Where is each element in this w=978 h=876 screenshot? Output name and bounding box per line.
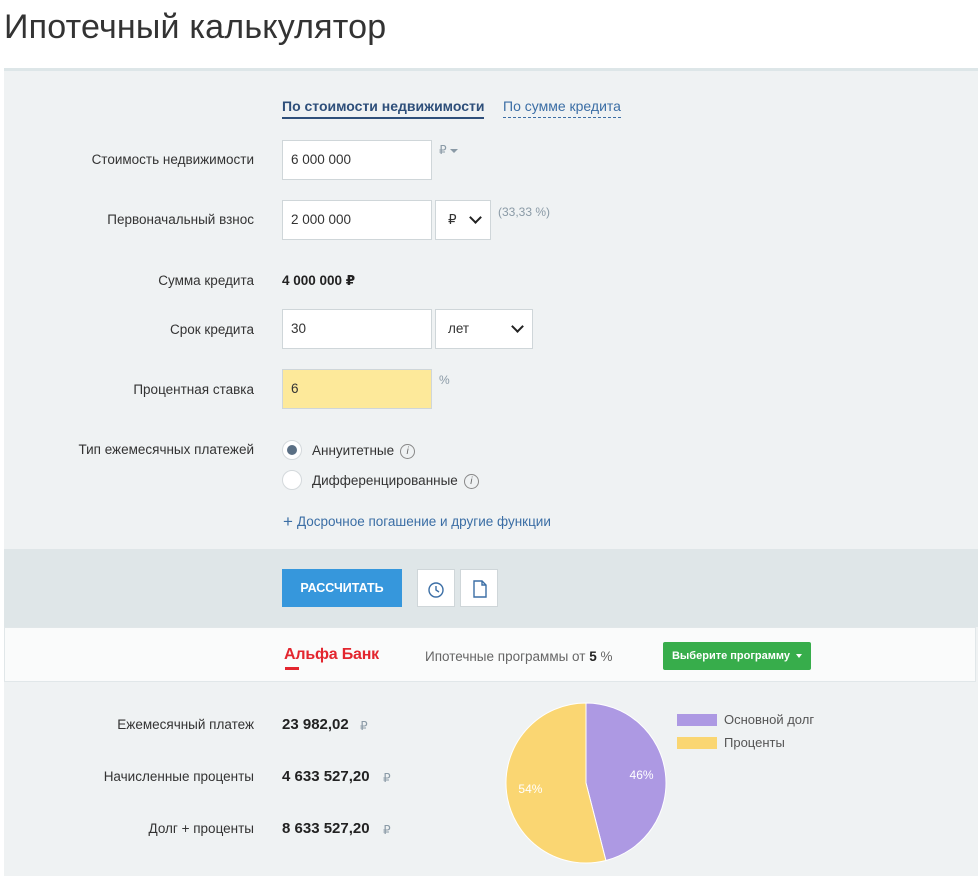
choose-program-label: Выберите программу	[671, 650, 791, 662]
bank-programs-text: Ипотечные программы от 5 %	[425, 649, 613, 664]
bank-programs-prefix: Ипотечные программы от	[425, 649, 586, 664]
radio-annuity[interactable]	[282, 440, 302, 460]
rate-label: Процентная ставка	[133, 382, 254, 397]
term-label: Срок кредита	[169, 322, 254, 337]
history-button[interactable]	[417, 569, 455, 607]
monthly-payment-currency: ₽	[360, 719, 368, 733]
term-unit-value: лет	[448, 321, 470, 336]
radio-differentiated[interactable]	[282, 470, 302, 490]
term-unit-select[interactable]: лет	[435, 309, 533, 349]
bank-programs-rate-suffix: %	[600, 649, 613, 664]
down-payment-input[interactable]: 2 000 000	[282, 200, 432, 240]
payment-type-label: Тип ежемесячных платежей	[78, 442, 254, 457]
document-icon	[473, 580, 487, 598]
total-label: Долг + проценты	[148, 821, 254, 836]
pie-label-interest: 54%	[518, 782, 542, 796]
tab-by-property-cost[interactable]: По стоимости недвижимости	[282, 98, 485, 119]
down-payment-label: Первоначальный взнос	[107, 212, 254, 227]
chevron-down-icon	[469, 211, 482, 224]
logo-underline	[285, 667, 299, 670]
calculate-button[interactable]: РАССЧИТАТЬ	[282, 569, 402, 607]
page-title: Ипотечный калькулятор	[4, 8, 387, 46]
info-icon[interactable]: i	[463, 473, 479, 489]
plus-icon: +	[283, 512, 293, 531]
rate-unit: %	[439, 373, 450, 387]
radio-differentiated-option[interactable]: Дифференцированные i	[312, 473, 479, 489]
property-cost-label: Стоимость недвижимости	[91, 152, 254, 167]
property-cost-currency-dropdown[interactable]: ₽	[439, 143, 458, 157]
interest-value: 4 633 527,20	[282, 768, 370, 785]
document-button[interactable]	[460, 569, 498, 607]
property-cost-input[interactable]: 6 000 000	[282, 140, 432, 180]
pie-label-principal: 46%	[630, 768, 654, 782]
radio-annuity-label: Аннуитетные	[312, 443, 395, 458]
credit-sum-label: Сумма кредита	[158, 273, 254, 288]
down-payment-currency-value: ₽	[448, 212, 457, 227]
currency-label: ₽	[439, 143, 447, 157]
choose-program-button[interactable]: Выберите программу	[663, 642, 811, 670]
bank-programs-rate: 5	[589, 649, 597, 664]
interest-label: Начисленные проценты	[103, 769, 254, 784]
early-repayment-label: Досрочное погашение и другие функции	[296, 514, 551, 529]
total-currency: ₽	[383, 823, 391, 837]
term-input[interactable]: 30	[282, 309, 432, 349]
down-payment-currency-select[interactable]: ₽	[435, 200, 491, 240]
total-value: 8 633 527,20	[282, 820, 370, 837]
radio-differentiated-label: Дифференцированные	[312, 473, 458, 488]
legend-label-interest: Проценты	[724, 735, 785, 750]
caret-down-icon	[796, 654, 803, 659]
legend-swatch-principal	[677, 714, 717, 726]
payment-pie-chart: 46% 54%	[505, 702, 667, 864]
monthly-payment-label: Ежемесячный платеж	[117, 717, 254, 732]
chevron-down-icon	[511, 320, 524, 333]
clock-icon	[428, 582, 444, 598]
monthly-payment-value: 23 982,02	[282, 716, 349, 733]
caret-down-icon	[449, 148, 458, 153]
credit-sum-value: 4 000 000 ₽	[282, 273, 356, 288]
legend-label-principal: Основной долг	[724, 712, 815, 727]
radio-annuity-option[interactable]: Аннуитетные i	[312, 443, 416, 459]
calculator-panel	[4, 68, 978, 876]
down-payment-percent: (33,33 %)	[498, 205, 551, 219]
interest-currency: ₽	[383, 771, 391, 785]
info-icon[interactable]: i	[400, 443, 416, 459]
early-repayment-link[interactable]: + Досрочное погашение и другие функции	[283, 512, 551, 532]
tab-by-credit-sum[interactable]: По сумме кредита	[503, 98, 621, 118]
rate-input[interactable]: 6	[282, 369, 432, 409]
legend-swatch-interest	[677, 737, 717, 749]
alfa-bank-logo[interactable]: Альфа Банк	[284, 646, 379, 664]
